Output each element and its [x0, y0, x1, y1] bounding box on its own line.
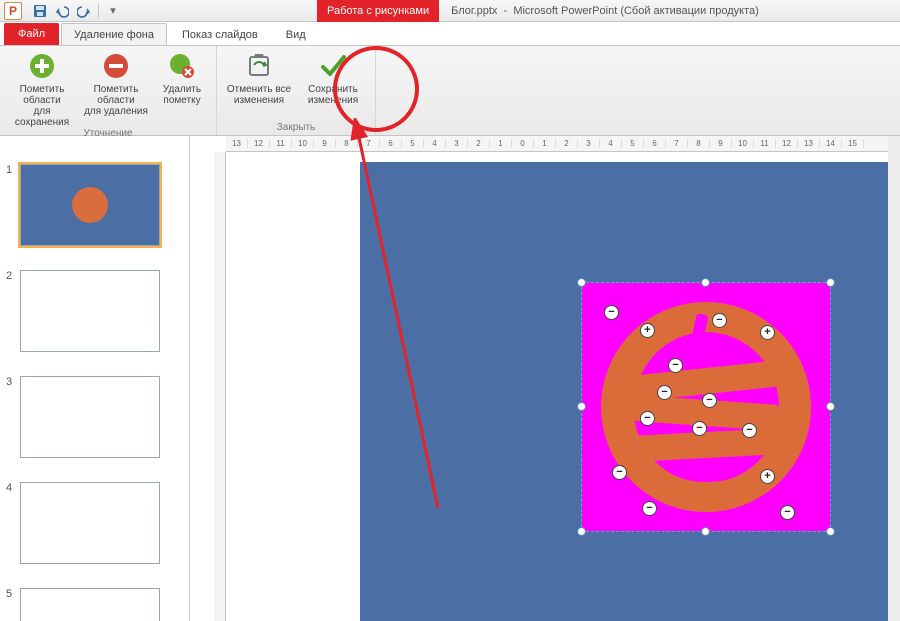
- horizontal-ruler: 131211109876543210123456789101112131415: [226, 136, 888, 152]
- ribbon-tabs: Файл Удаление фона Показ слайдов Вид Фор…: [0, 22, 900, 46]
- slide-thumbnail-4[interactable]: 4: [0, 476, 189, 582]
- window-title: Блог.pptx - Microsoft PowerPoint (Сбой а…: [451, 5, 759, 17]
- ruler-tick: 7: [666, 139, 688, 148]
- remove-marker[interactable]: [604, 305, 619, 320]
- ribbon-group-close: Отменить всеизменения Сохранитьизменения…: [217, 46, 376, 135]
- ruler-tick: 2: [468, 139, 490, 148]
- contextual-tab-label: Работа с рисунками: [317, 0, 439, 22]
- ruler-tick: 9: [314, 139, 336, 148]
- minus-circle-icon: [100, 50, 132, 82]
- qat-customize-icon[interactable]: ▾: [105, 3, 121, 19]
- delete-mark-button[interactable]: Удалитьпометку: [154, 48, 210, 128]
- ruler-tick: 5: [402, 139, 424, 148]
- discard-icon: [243, 50, 275, 82]
- powerpoint-icon: P: [4, 2, 22, 20]
- resize-handle[interactable]: [826, 527, 835, 536]
- ruler-tick: 4: [424, 139, 446, 148]
- slide-canvas[interactable]: [360, 162, 900, 621]
- ruler-tick: 3: [578, 139, 600, 148]
- group-label-close: Закрыть: [277, 122, 316, 135]
- tab-format[interactable]: Формат: [367, 23, 432, 45]
- qat-separator: [98, 4, 99, 18]
- delete-mark-icon: [166, 50, 198, 82]
- resize-handle[interactable]: [577, 402, 586, 411]
- quick-access-toolbar: ▾: [26, 3, 127, 19]
- remove-marker[interactable]: [657, 385, 672, 400]
- mark-areas-keep-button[interactable]: Пометить областидля сохранения: [6, 48, 78, 128]
- ruler-tick: 0: [512, 139, 534, 148]
- vertical-scrollbar[interactable]: [888, 136, 900, 621]
- ruler-tick: 5: [622, 139, 644, 148]
- remove-marker[interactable]: [668, 358, 683, 373]
- document-name: Блог.pptx: [451, 5, 497, 17]
- keep-marker[interactable]: [640, 323, 655, 338]
- resize-handle[interactable]: [577, 278, 586, 287]
- remove-marker[interactable]: [642, 501, 657, 516]
- checkmark-icon: [317, 50, 349, 82]
- mark-areas-remove-button[interactable]: Пометить областидля удаления: [80, 48, 152, 128]
- redo-icon[interactable]: [76, 3, 92, 19]
- thumbnail-preview-icon: [72, 187, 108, 223]
- ruler-tick: 10: [732, 139, 754, 148]
- resize-handle[interactable]: [826, 278, 835, 287]
- thumbnails-panel: 1 2 3 4 5: [0, 136, 190, 621]
- ruler-tick: 15: [842, 139, 864, 148]
- ruler-tick: 7: [358, 139, 380, 148]
- discard-changes-button[interactable]: Отменить всеизменения: [223, 48, 295, 106]
- image-selection[interactable]: [581, 282, 831, 532]
- remove-marker[interactable]: [612, 465, 627, 480]
- remove-marker[interactable]: [712, 313, 727, 328]
- slide-thumbnail-5[interactable]: 5: [0, 582, 189, 621]
- tab-view[interactable]: Вид: [273, 23, 319, 45]
- ruler-tick: 11: [270, 139, 292, 148]
- ribbon: Пометить областидля сохранения Пометить …: [0, 46, 900, 136]
- resize-handle[interactable]: [701, 527, 710, 536]
- slide-thumbnail-2[interactable]: 2: [0, 264, 189, 370]
- ruler-tick: 9: [710, 139, 732, 148]
- plus-circle-icon: [26, 50, 58, 82]
- remove-marker[interactable]: [702, 393, 717, 408]
- ruler-tick: 13: [226, 139, 248, 148]
- tab-slideshow[interactable]: Показ слайдов: [169, 23, 271, 45]
- activation-status: (Сбой активации продукта): [620, 5, 758, 17]
- remove-marker[interactable]: [692, 421, 707, 436]
- ribbon-group-refine: Пометить областидля сохранения Пометить …: [0, 46, 217, 135]
- ruler-tick: 13: [798, 139, 820, 148]
- ruler-tick: 4: [600, 139, 622, 148]
- resize-handle[interactable]: [577, 527, 586, 536]
- ruler-tick: 6: [644, 139, 666, 148]
- keep-changes-button[interactable]: Сохранитьизменения: [297, 48, 369, 106]
- ruler-tick: 8: [688, 139, 710, 148]
- tab-background-removal[interactable]: Удаление фона: [61, 23, 167, 45]
- slide-thumbnail-1[interactable]: 1: [0, 158, 189, 264]
- ruler-tick: 14: [820, 139, 842, 148]
- slide-thumbnail-3[interactable]: 3: [0, 370, 189, 476]
- ruler-tick: 10: [292, 139, 314, 148]
- remove-marker[interactable]: [780, 505, 795, 520]
- resize-handle[interactable]: [826, 402, 835, 411]
- keep-marker[interactable]: [760, 325, 775, 340]
- ruler-tick: 1: [490, 139, 512, 148]
- undo-icon[interactable]: [54, 3, 70, 19]
- save-icon[interactable]: [32, 3, 48, 19]
- ruler-tick: 12: [248, 139, 270, 148]
- ruler-tick: 2: [556, 139, 578, 148]
- keep-marker[interactable]: [760, 469, 775, 484]
- app-name: Microsoft PowerPoint: [513, 5, 617, 17]
- remove-marker[interactable]: [742, 423, 757, 438]
- ruler-tick: 6: [380, 139, 402, 148]
- ruler-tick: 12: [776, 139, 798, 148]
- ruler-tick: 3: [446, 139, 468, 148]
- tab-file[interactable]: Файл: [4, 23, 59, 45]
- ruler-tick: 11: [754, 139, 776, 148]
- ruler-tick: 8: [336, 139, 358, 148]
- title-bar: P ▾ Работа с рисунками Блог.pptx - Micro…: [0, 0, 900, 22]
- resize-handle[interactable]: [701, 278, 710, 287]
- vertical-ruler: [214, 152, 226, 621]
- ruler-tick: 1: [534, 139, 556, 148]
- remove-marker[interactable]: [640, 411, 655, 426]
- slide-editor: 131211109876543210123456789101112131415: [190, 136, 900, 621]
- workspace: 1 2 3 4 5 131211109876543210123456789101…: [0, 136, 900, 621]
